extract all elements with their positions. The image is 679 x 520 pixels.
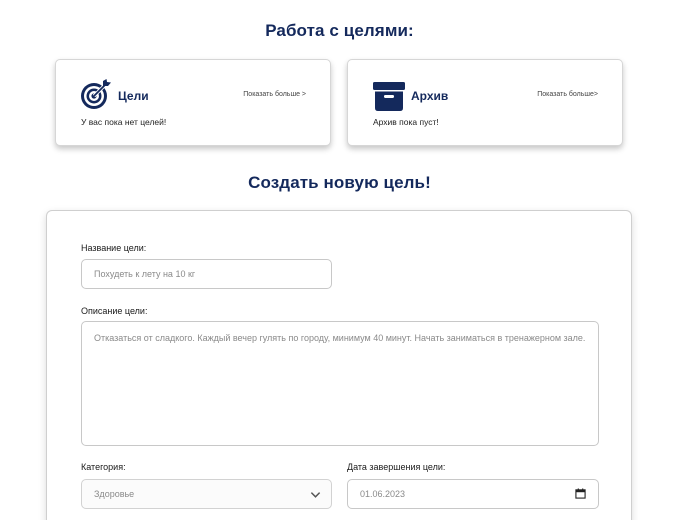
page: Работа с целями: Цели Показать больше > … [0,0,679,520]
goals-card: Цели Показать больше > У вас пока нет це… [55,59,331,146]
archive-empty-status: Архив пока пуст! [373,117,439,127]
goal-name-input[interactable]: Похудеть к лету на 10 кг [81,259,332,289]
goals-card-title: Цели [118,89,149,103]
goals-show-more-link[interactable]: Показать больше > [243,91,306,98]
archive-card: Архив Показать больше> Архив пока пуст! [347,59,623,146]
archive-box-icon [373,82,405,111]
deadline-label: Дата завершения цели: [347,462,446,472]
goal-description-textarea[interactable]: Отказаться от сладкого. Каждый вечер гул… [81,321,599,446]
chevron-down-icon [310,492,321,498]
goal-name-placeholder: Похудеть к лету на 10 кг [94,269,196,279]
section-title-work-with-goals: Работа с целями: [265,21,414,40]
goal-description-label: Описание цели: [81,306,148,316]
goal-name-label: Название цели: [81,243,147,253]
target-icon [81,79,111,109]
goals-empty-status: У вас пока нет целей! [81,117,167,127]
calendar-icon[interactable] [575,488,586,499]
archive-show-more-link[interactable]: Показать больше> [537,91,598,98]
archive-card-title: Архив [411,89,449,103]
section-title-create-goal: Создать новую цель! [248,173,431,192]
category-label: Категория: [81,462,126,472]
create-goal-form: Название цели: Похудеть к лету на 10 кг … [46,210,632,520]
goal-description-placeholder: Отказаться от сладкого. Каждый вечер гул… [94,333,586,343]
category-selected-value: Здоровье [94,489,135,499]
deadline-value: 01.06.2023 [360,489,406,499]
deadline-date-input[interactable]: 01.06.2023 [347,479,599,509]
category-select[interactable]: Здоровье [81,479,332,509]
